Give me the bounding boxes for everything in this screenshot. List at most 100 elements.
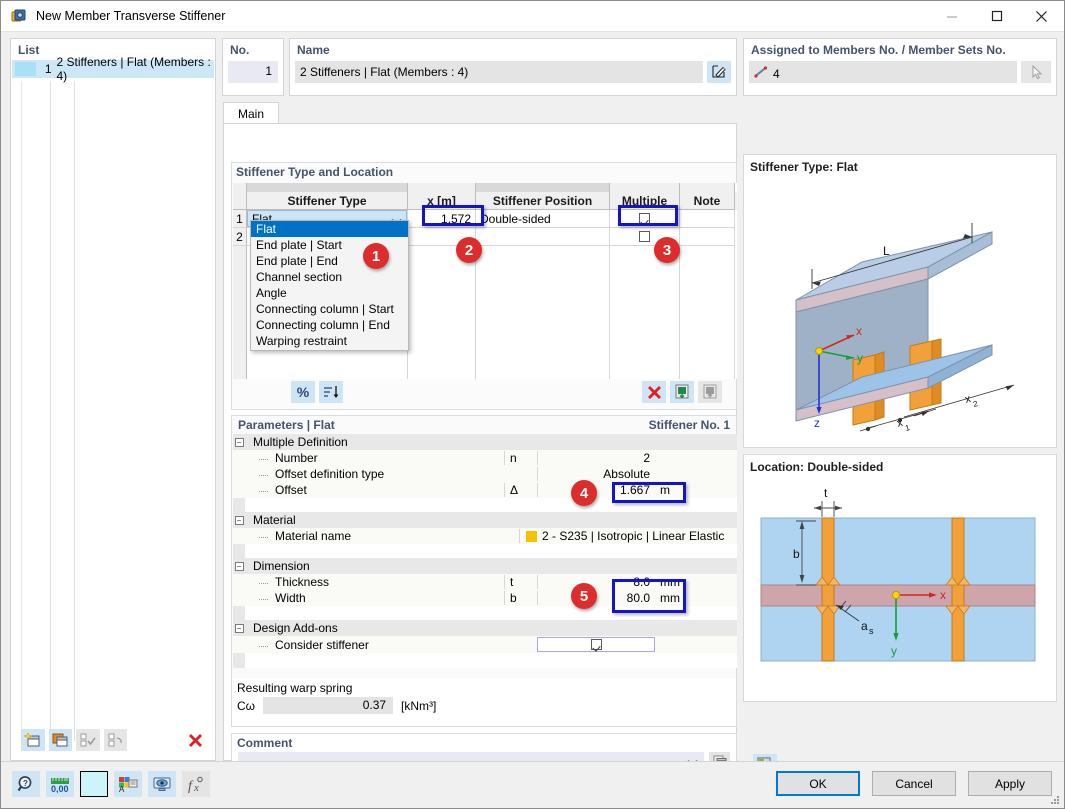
pick-cursor-icon[interactable] xyxy=(1021,61,1051,83)
dropdown-option[interactable]: Channel section xyxy=(251,269,408,285)
svg-text:x: x xyxy=(856,324,862,338)
param-symbol: b xyxy=(504,591,537,605)
resize-grip[interactable] xyxy=(1050,795,1060,805)
display-props-icon[interactable]: A xyxy=(114,771,142,797)
dropdown-option[interactable]: Warping restraint xyxy=(251,333,408,349)
svg-text:A: A xyxy=(119,785,125,793)
units-000-icon[interactable]: 0,00 xyxy=(46,771,74,797)
param-row: Number n 2 xyxy=(233,450,737,466)
stiffener-group-title: Stiffener Type and Location xyxy=(236,165,394,179)
svg-text:2: 2 xyxy=(972,399,979,409)
stiffener-position-cell[interactable]: Double-sided xyxy=(476,210,610,228)
param-spacer xyxy=(233,653,737,668)
ok-button[interactable]: OK xyxy=(776,771,860,796)
note-cell[interactable] xyxy=(680,210,735,228)
stiffener-type-graphic: Stiffener Type: Flat L x y z x 1 x 2 xyxy=(743,154,1057,448)
assigned-members-input[interactable]: 4 xyxy=(749,61,1017,83)
dropdown-option[interactable]: Connecting column | Start xyxy=(251,301,408,317)
collapse-icon[interactable]: − xyxy=(233,561,245,571)
graphics-panel: Stiffener Type: Flat L x y z x 1 x 2 Loc… xyxy=(743,102,1057,761)
param-row: Material name 2 - S235 | Isotropic | Lin… xyxy=(233,528,737,544)
assigned-panel: Assigned to Members No. / Member Sets No… xyxy=(743,38,1057,96)
consider-stiffener-cell[interactable] xyxy=(537,637,655,652)
apply-button[interactable]: Apply xyxy=(968,771,1052,796)
consider-stiffener-checkbox[interactable] xyxy=(590,639,602,650)
window-title: New Member Transverse Stiffener xyxy=(36,9,226,23)
cancel-button[interactable]: Cancel xyxy=(872,771,956,796)
collapse-icon[interactable]: − xyxy=(233,515,245,525)
close-icon[interactable] xyxy=(1019,1,1064,31)
grid-top-strip xyxy=(233,183,737,192)
svg-text:L: L xyxy=(883,244,890,258)
list-item-label: 2 Stiffeners | Flat (Members : 4) xyxy=(56,55,211,83)
check-all-icon xyxy=(76,729,100,751)
param-section-header[interactable]: − Material xyxy=(233,512,737,528)
no-panel: No. 1 xyxy=(222,38,284,96)
stiffener-number-label: Stiffener No. 1 xyxy=(648,418,730,432)
svg-text:b: b xyxy=(793,547,800,561)
member-line-icon xyxy=(754,66,768,81)
stiffener-position-cell[interactable] xyxy=(476,228,610,246)
color-swatch-icon[interactable] xyxy=(80,771,108,797)
tab-main[interactable]: Main xyxy=(223,102,279,124)
param-section-header[interactable]: − Dimension xyxy=(233,558,737,574)
param-spacer xyxy=(233,544,737,558)
invert-check-icon xyxy=(103,729,128,751)
red-x-icon[interactable] xyxy=(642,381,666,403)
param-section-header[interactable]: − Multiple Definition xyxy=(233,434,737,450)
param-section-label: Dimension xyxy=(253,559,310,573)
percent-icon[interactable]: % xyxy=(291,381,315,403)
minimize-icon[interactable] xyxy=(929,1,974,31)
new-window-icon[interactable] xyxy=(21,729,45,751)
warp-spring-label: Resulting warp spring xyxy=(237,681,353,695)
tab-strip: Main xyxy=(223,102,737,124)
help-magnifier-icon[interactable]: ? xyxy=(12,771,40,797)
dropdown-option[interactable]: Flat xyxy=(251,221,408,237)
comment-label: Comment xyxy=(237,736,293,750)
step-badge-2: 2 xyxy=(456,237,482,263)
note-cell[interactable] xyxy=(680,228,735,246)
param-label: Material name xyxy=(245,529,486,543)
no-header: No. xyxy=(230,43,250,57)
list-item[interactable]: 1 2 Stiffeners | Flat (Members : 4) xyxy=(12,55,214,83)
multiple-checkbox[interactable] xyxy=(639,231,650,242)
parameters-title-bar: Parameters | Flat Stiffener No. 1 xyxy=(232,416,736,434)
copy-windows-icon[interactable] xyxy=(48,729,73,751)
row-index: 2 xyxy=(233,228,247,246)
excel-import-icon[interactable] xyxy=(670,381,694,403)
stiffener-type-dropdown-list[interactable]: Flat End plate | Start End plate | End C… xyxy=(250,220,409,351)
param-section-label: Multiple Definition xyxy=(253,435,348,449)
param-label: Offset definition type xyxy=(245,467,504,481)
param-row: Consider stiffener xyxy=(233,636,737,653)
param-section-header[interactable]: − Design Add-ons xyxy=(233,620,737,636)
param-symbol: n xyxy=(504,451,537,465)
maximize-icon[interactable] xyxy=(974,1,1019,31)
collapse-icon[interactable]: − xyxy=(233,437,245,447)
warp-spring-value: 0.37 xyxy=(263,697,394,714)
dropdown-option[interactable]: Connecting column | End xyxy=(251,317,408,333)
svg-text:s: s xyxy=(869,626,874,636)
red-x-icon[interactable] xyxy=(183,729,207,751)
param-value[interactable]: 2 xyxy=(537,451,655,465)
param-value[interactable]: Absolute xyxy=(537,467,655,481)
parameters-group: Parameters | Flat Stiffener No. 1 − Mult… xyxy=(231,415,737,727)
stiffener-type-caption: Stiffener Type: Flat xyxy=(750,160,858,174)
dropdown-option[interactable]: Angle xyxy=(251,285,408,301)
param-label: Offset xyxy=(245,483,504,497)
sort-descending-icon[interactable] xyxy=(319,381,343,403)
svg-text:0,00: 0,00 xyxy=(51,784,69,793)
collapse-icon[interactable]: − xyxy=(233,623,245,633)
no-input[interactable]: 1 xyxy=(228,61,278,83)
col-stiffener-position: Stiffener Position xyxy=(476,192,610,210)
edit-pencil-icon[interactable] xyxy=(707,61,731,83)
step-badge-4: 4 xyxy=(571,480,597,506)
param-label: Consider stiffener xyxy=(245,638,504,652)
highlight-multiple-checkbox xyxy=(618,205,678,226)
warp-spring-symbol: Cω xyxy=(237,698,256,713)
list-rows: 1 2 Stiffeners | Flat (Members : 4) xyxy=(12,55,214,83)
visibility-monitor-icon[interactable] xyxy=(148,771,176,797)
material-value-cell[interactable]: 2 - S235 | Isotropic | Linear Elastic xyxy=(519,529,737,543)
name-input[interactable]: 2 Stiffeners | Flat (Members : 4) xyxy=(295,61,703,83)
stiffener-location-graphic: Location: Double-sided t b a s x y xyxy=(743,454,1057,702)
param-label: Width xyxy=(245,591,504,605)
